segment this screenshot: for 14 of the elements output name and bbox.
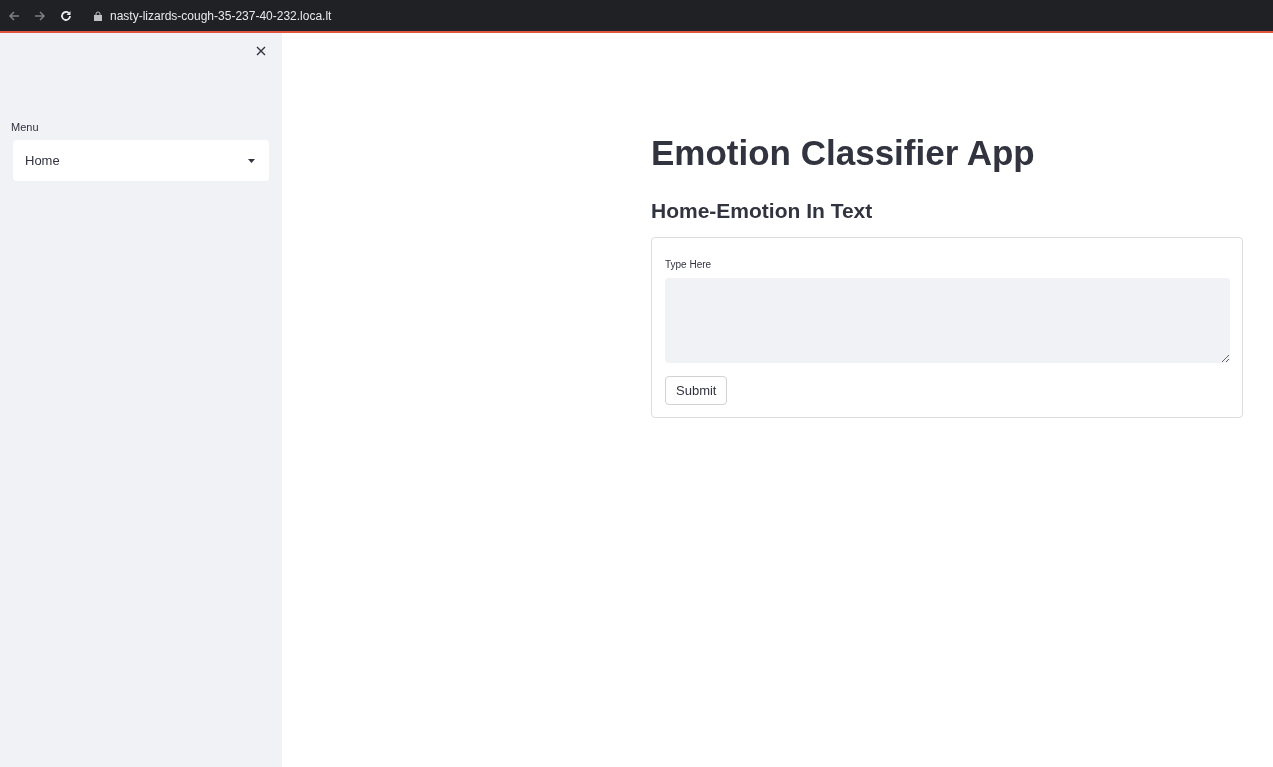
menu-label: Menu <box>11 121 40 133</box>
page-subtitle: Home-Emotion In Text <box>651 198 873 224</box>
field-label: Type Here <box>665 259 712 270</box>
text-input-field[interactable] <box>665 278 1230 363</box>
lock-icon <box>94 10 102 21</box>
forward-arrow-icon[interactable] <box>34 9 46 22</box>
reload-icon[interactable] <box>60 9 72 22</box>
app-title: Emotion Classifier App <box>651 132 1035 174</box>
address-bar-url[interactable]: nasty-lizards-cough-35-237-40-232.loca.lt <box>110 8 332 23</box>
back-arrow-icon[interactable] <box>8 9 20 22</box>
caret-icon <box>248 158 255 163</box>
menu-select[interactable]: Home <box>13 140 269 181</box>
submit-button[interactable]: Submit <box>665 376 728 405</box>
close-icon[interactable] <box>256 46 266 56</box>
